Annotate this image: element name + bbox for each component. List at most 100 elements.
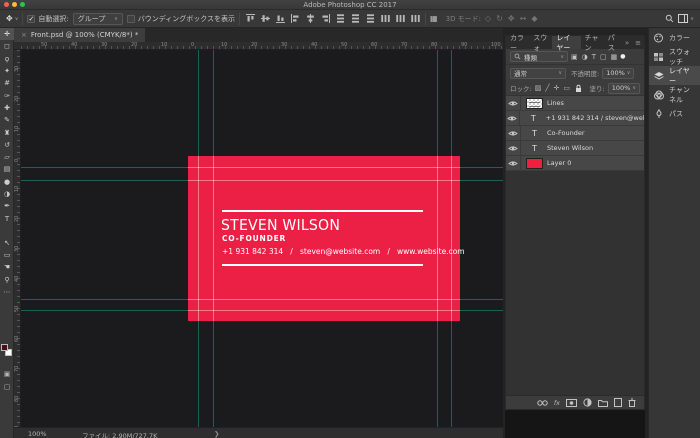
distribute-spacing-button[interactable]: ▦: [430, 14, 438, 23]
dock-item-カラー[interactable]: カラー: [649, 28, 700, 47]
history-brush-tool[interactable]: ↺: [0, 139, 14, 151]
panel-tab-パス[interactable]: パス: [604, 34, 622, 52]
fx-icon[interactable]: fx: [554, 399, 560, 407]
dodge-tool[interactable]: ◑: [0, 188, 14, 200]
search-icon[interactable]: [665, 14, 674, 23]
3d-mode-icon-0[interactable]: ◇: [485, 14, 491, 23]
path-select-tool[interactable]: ↖: [0, 237, 14, 249]
align-top-icon[interactable]: [244, 13, 256, 25]
3d-mode-icon-3[interactable]: ↔: [520, 14, 527, 23]
status-options-chevron[interactable]: ❯: [214, 430, 219, 438]
brush-tool[interactable]: ✎: [0, 114, 14, 126]
dist-left-icon[interactable]: [379, 13, 391, 25]
edit-toolbar-button[interactable]: ⋯: [0, 286, 14, 298]
new-layer-icon[interactable]: [614, 398, 622, 407]
collapse-panel-icon[interactable]: »: [622, 36, 632, 49]
trash-icon[interactable]: [628, 398, 636, 407]
filter-kind-icon-3[interactable]: ▢: [600, 53, 607, 61]
layer-thumbnail[interactable]: [526, 157, 543, 169]
filter-kind-icon-4[interactable]: ▦: [611, 53, 618, 61]
healing-brush-tool[interactable]: ✚: [0, 102, 14, 114]
panel-tab-スウォ[interactable]: スウォ: [529, 34, 552, 52]
auto-select-target-dropdown[interactable]: グループ ∨: [72, 12, 123, 25]
zoom-level-field[interactable]: 100%: [28, 430, 47, 438]
layer-visibility-eye-icon[interactable]: [506, 156, 521, 170]
vertical-ruler[interactable]: 3020100102030405060708090: [14, 50, 21, 432]
lock-icon-2[interactable]: ✛: [554, 84, 560, 92]
adjustment-icon[interactable]: [583, 398, 592, 407]
zoom-tool[interactable]: ⚲: [0, 274, 14, 286]
layer-row[interactable]: T Steven Wilson: [506, 141, 644, 156]
auto-select-checkbox[interactable]: ✓ 自動選択:: [27, 14, 69, 24]
mask-icon[interactable]: [566, 398, 577, 407]
align-vcenter-icon[interactable]: [259, 13, 271, 25]
lock-icon-0[interactable]: ▨: [535, 84, 542, 92]
workspace-switcher-button[interactable]: ∨: [678, 14, 694, 23]
foreground-color-swatch[interactable]: [1, 344, 8, 351]
document-tab[interactable]: × Front.psd @ 100% (CMYK/8*) *: [14, 28, 146, 42]
marquee-tool[interactable]: ◻: [0, 40, 14, 52]
close-tab-icon[interactable]: ×: [21, 31, 27, 39]
dock-item-パス[interactable]: パス: [649, 104, 700, 123]
dock-item-レイヤー[interactable]: レイヤー: [649, 66, 700, 85]
show-bounding-box-checkbox[interactable]: バウンディングボックスを表示: [126, 14, 235, 24]
align-right-icon[interactable]: [319, 13, 331, 25]
3d-mode-icon-2[interactable]: ✥: [508, 14, 515, 23]
layer-thumbnail[interactable]: [526, 97, 543, 109]
gradient-tool[interactable]: ▤: [0, 163, 14, 175]
crop-tool[interactable]: #: [0, 77, 14, 89]
type-tool[interactable]: T: [0, 212, 14, 224]
layer-row[interactable]: Lines: [506, 96, 644, 111]
dock-item-チャンネル[interactable]: チャンネル: [649, 85, 700, 104]
layer-row[interactable]: Layer 0: [506, 156, 644, 171]
layer-visibility-eye-icon[interactable]: [506, 111, 520, 125]
align-bottom-icon[interactable]: [274, 13, 286, 25]
quick-select-tool[interactable]: ✦: [0, 65, 14, 77]
blend-mode-dropdown[interactable]: 通常 ∨: [510, 67, 566, 79]
folder-icon[interactable]: [598, 399, 608, 407]
dist-right-icon[interactable]: [409, 13, 421, 25]
eraser-tool[interactable]: ▱: [0, 151, 14, 163]
move-tool[interactable]: ✛: [0, 28, 14, 41]
eyedropper-tool[interactable]: ✑: [0, 89, 14, 101]
panel-menu-icon[interactable]: ≡: [632, 36, 644, 49]
filter-toggle-icon[interactable]: ●: [620, 53, 625, 60]
fill-field[interactable]: 100% ∨: [607, 82, 640, 94]
dock-item-スウォッチ[interactable]: スウォッチ: [649, 47, 700, 66]
canvas[interactable]: STEVEN WILSON CO-FOUNDER +1 931 842 314 …: [21, 50, 503, 427]
blur-tool[interactable]: ●: [0, 176, 14, 188]
clone-stamp-tool[interactable]: ♜: [0, 126, 14, 138]
quick-mask-button[interactable]: ▣: [0, 370, 14, 378]
pen-tool[interactable]: ✒: [0, 200, 14, 212]
align-hcenter-icon[interactable]: [304, 13, 316, 25]
layer-visibility-eye-icon[interactable]: [506, 141, 521, 155]
panel-tab-レイヤー[interactable]: レイヤー: [552, 34, 581, 52]
lock-icon-3[interactable]: ▭: [563, 84, 570, 92]
tool-preset-button[interactable]: ✥ ∨: [6, 14, 18, 23]
3d-mode-icon-4[interactable]: ◆: [531, 14, 537, 23]
layer-visibility-eye-icon[interactable]: [506, 96, 521, 110]
horizontal-ruler[interactable]: 50 40 30 20 10 0 10 20 30 40 50 60 70 80 90 100: [14, 42, 503, 50]
link-icon[interactable]: [537, 399, 548, 406]
layer-row[interactable]: T +1 931 842 314 / steven@web...: [506, 111, 644, 126]
dist-top-icon[interactable]: [334, 13, 346, 25]
dist-vcenter-icon[interactable]: [349, 13, 361, 25]
align-left-icon[interactable]: [289, 13, 301, 25]
layer-row[interactable]: T Co-Founder: [506, 126, 644, 141]
filter-kind-icon-0[interactable]: ▣: [571, 53, 578, 61]
lock-icon-1[interactable]: ╱: [545, 84, 549, 92]
panel-tab-カラー[interactable]: カラー: [506, 34, 529, 52]
filter-kind-icon-1[interactable]: ◑: [582, 53, 588, 61]
screen-mode-button[interactable]: ▢: [0, 383, 14, 391]
lasso-tool[interactable]: ϙ: [0, 53, 14, 65]
shape-tool[interactable]: ▭: [0, 249, 14, 261]
filter-kind-icon-2[interactable]: T: [592, 53, 596, 61]
3d-mode-icon-1[interactable]: ↻: [496, 14, 503, 23]
opacity-field[interactable]: 100% ∨: [602, 67, 635, 79]
lock-all-icon[interactable]: [574, 84, 583, 93]
hand-tool[interactable]: ☚: [0, 261, 14, 273]
dist-bottom-icon[interactable]: [364, 13, 376, 25]
layer-visibility-eye-icon[interactable]: [506, 126, 521, 140]
panel-tab-チャン[interactable]: チャン: [581, 34, 604, 52]
layer-filter-dropdown[interactable]: 種類 ∨: [510, 51, 568, 62]
